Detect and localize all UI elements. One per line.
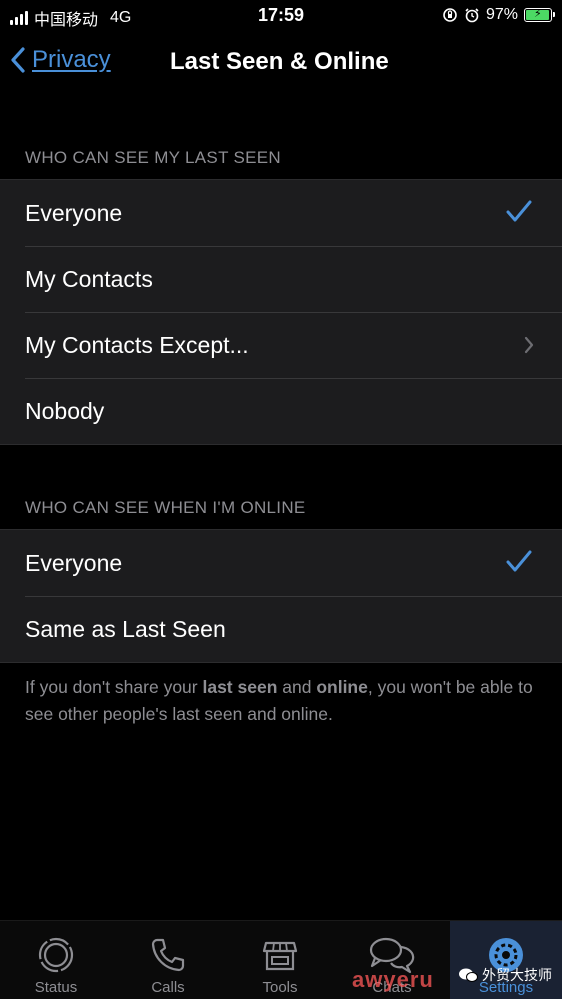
online-options: Everyone Same as Last Seen: [0, 529, 562, 663]
online-option-same-as-last-seen[interactable]: Same as Last Seen: [0, 596, 562, 662]
tab-label: Tools: [262, 979, 298, 996]
footer-text-1: If you don't share your: [25, 677, 203, 697]
option-label: Same as Last Seen: [25, 615, 226, 642]
option-label: My Contacts Except...: [25, 331, 249, 358]
online-section-header: WHO CAN SEE WHEN I'M ONLINE: [25, 498, 306, 517]
footer-bold-last-seen: last seen: [202, 677, 278, 697]
alarm-icon: [465, 8, 479, 23]
option-label: My Contacts: [25, 265, 153, 292]
footer-text-2: and: [277, 677, 317, 697]
tab-status[interactable]: Status: [0, 921, 112, 999]
tab-settings[interactable]: Settings: [450, 921, 562, 999]
online-option-everyone[interactable]: Everyone: [0, 530, 562, 596]
tab-bar: Status Calls Tools Chats Settings: [0, 920, 562, 999]
checkmark-icon: [506, 200, 532, 222]
gear-icon: [489, 938, 523, 972]
checkmark-icon: [506, 550, 532, 572]
battery-percent: 97%: [485, 6, 518, 23]
back-label: Privacy: [32, 46, 111, 73]
option-label: Everyone: [25, 199, 123, 226]
battery-icon: ⚡: [524, 8, 555, 22]
nav-bar: Privacy Last Seen & Online: [0, 38, 562, 88]
status-bar: 中国移动 4G 17:59 97% ⚡: [0, 0, 562, 32]
tab-label: Chats: [372, 979, 412, 996]
status-right: 97% ⚡: [442, 6, 555, 24]
chevron-left-icon: [11, 47, 25, 73]
status-icon: [38, 937, 74, 973]
orientation-lock-icon: [443, 8, 457, 22]
tab-label: Calls: [151, 979, 185, 996]
tab-calls[interactable]: Calls: [112, 921, 224, 999]
last-seen-option-everyone[interactable]: Everyone: [0, 180, 562, 246]
phone-icon: [151, 938, 185, 972]
tab-label: Status: [34, 979, 78, 996]
footer-note: If you don't share your last seen and on…: [25, 674, 535, 728]
option-label: Everyone: [25, 549, 123, 576]
option-label: Nobody: [25, 397, 105, 424]
last-seen-section-header: WHO CAN SEE MY LAST SEEN: [25, 148, 281, 167]
tab-label: Settings: [478, 979, 534, 996]
chat-bubbles-icon: [369, 937, 415, 974]
store-icon: [262, 941, 298, 971]
last-seen-option-my-contacts[interactable]: My Contacts: [0, 246, 562, 312]
footer-bold-online: online: [316, 677, 368, 697]
page-title: Last Seen & Online: [170, 48, 389, 75]
back-button[interactable]: Privacy: [10, 46, 111, 74]
last-seen-options: Everyone My Contacts My Contacts Except.…: [0, 179, 562, 445]
last-seen-option-nobody[interactable]: Nobody: [0, 378, 562, 444]
tab-chats[interactable]: Chats: [336, 921, 448, 999]
last-seen-option-my-contacts-except[interactable]: My Contacts Except...: [0, 312, 562, 378]
tab-tools[interactable]: Tools: [224, 921, 336, 999]
charging-icon: ⚡: [534, 8, 542, 20]
chevron-right-icon: [524, 336, 534, 354]
